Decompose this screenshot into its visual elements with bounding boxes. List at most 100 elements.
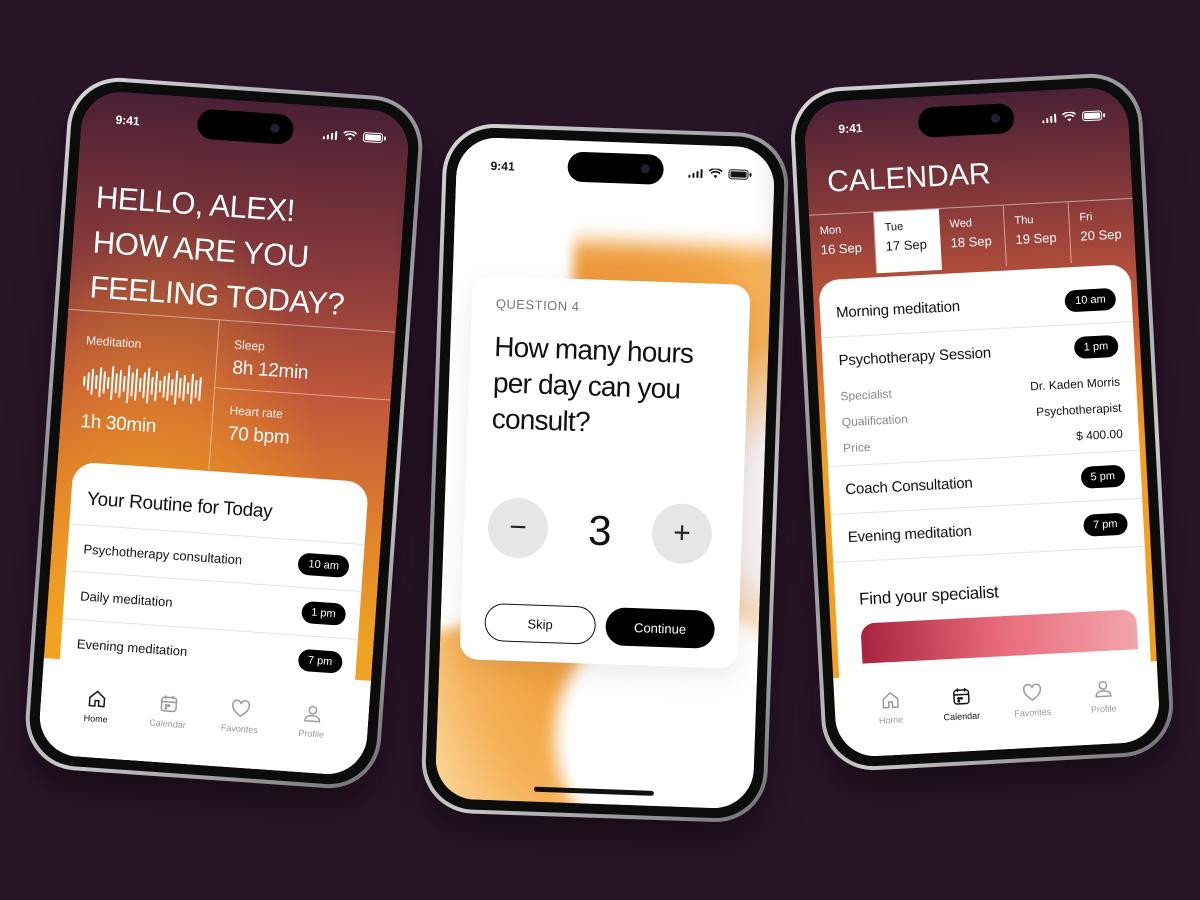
tab-favorites[interactable]: Favorites: [1003, 680, 1061, 719]
sleep-stat[interactable]: Sleep 8h 12min: [215, 320, 396, 401]
qualification-value: Psychotherapist: [1035, 400, 1122, 420]
phone-calendar: 9:41 CALENDAR Mon 16 Sep Tue 17 Sep Wed …: [788, 71, 1176, 773]
day-name: Tue: [884, 220, 904, 234]
calendar-icon: [160, 695, 178, 713]
dynamic-island: [917, 102, 1015, 138]
question-screen: 9:41 QUESTION 4 How many hours per day c…: [434, 136, 776, 810]
status-time: 9:41: [115, 112, 141, 129]
status-icons: [687, 168, 749, 180]
question-card: QUESTION 4 How many hours per day can yo…: [459, 275, 751, 669]
detail-row: Qualification Psychotherapist: [841, 401, 1121, 430]
question-number: QUESTION 4: [495, 296, 580, 315]
battery-icon: [362, 131, 384, 144]
plus-icon: +: [672, 516, 692, 551]
time-badge: 10 am: [1064, 287, 1117, 312]
detail-row: Price $ 400.00: [843, 427, 1123, 456]
heart-rate-value: 70 bpm: [227, 423, 291, 449]
tab-calendar[interactable]: Calendar: [139, 691, 197, 731]
tab-home[interactable]: Home: [67, 686, 125, 726]
continue-button[interactable]: Continue: [604, 607, 716, 649]
status-time: 9:41: [490, 158, 515, 174]
event-label: Evening meditation: [847, 522, 973, 547]
detail-label: Qualification: [841, 411, 909, 430]
skip-button[interactable]: Skip: [484, 602, 597, 645]
time-badge: 7 pm: [1082, 512, 1129, 537]
greeting-heading: HELLO, ALEX! HOW ARE YOU FEELING TODAY?: [88, 175, 391, 330]
dynamic-island: [567, 151, 665, 185]
profile-icon: [304, 705, 321, 723]
meditation-stat[interactable]: Meditation 1h 30min: [57, 309, 220, 471]
day-tue[interactable]: Tue 17 Sep: [873, 208, 942, 274]
day-mon[interactable]: Mon 16 Sep: [808, 212, 878, 277]
day-fri[interactable]: Fri 20 Sep: [1069, 199, 1136, 263]
hours-stepper: − 3 +: [486, 496, 723, 565]
routine-item-label: Daily meditation: [79, 588, 174, 610]
battery-icon: [1081, 110, 1103, 122]
day-name: Wed: [949, 217, 973, 231]
tab-label: Profile: [1090, 703, 1117, 715]
increment-button[interactable]: +: [650, 502, 713, 565]
home-screen: 9:41 HELLO, ALEX! HOW ARE YOU FEELING TO…: [37, 89, 411, 777]
wifi-icon: [708, 168, 723, 179]
tab-home[interactable]: Home: [861, 688, 919, 727]
day-name: Mon: [819, 224, 842, 238]
stepper-value: 3: [587, 506, 613, 555]
day-thu[interactable]: Thu 19 Sep: [1003, 202, 1072, 267]
action-buttons: Skip Continue: [484, 602, 719, 649]
tab-calendar[interactable]: Calendar: [932, 684, 990, 723]
waveform-icon: [82, 361, 215, 410]
home-icon: [88, 690, 106, 708]
tab-label: Favorites: [1014, 706, 1052, 719]
specialist-card[interactable]: [860, 609, 1139, 664]
time-badge: 7 pm: [297, 648, 344, 674]
day-date: 18 Sep: [950, 233, 993, 251]
specialist-name: Dr. Kaden Morris: [1029, 374, 1121, 394]
heart-icon: [232, 699, 251, 718]
phone-bezel: 9:41 CALENDAR Mon 16 Sep Tue 17 Sep Wed …: [792, 75, 1172, 769]
time-badge: 5 pm: [1079, 464, 1126, 489]
day-date: 16 Sep: [820, 240, 863, 258]
profile-icon: [1094, 680, 1112, 698]
tab-label: Home: [878, 714, 904, 726]
wifi-icon: [343, 130, 358, 141]
page-title: CALENDAR: [826, 157, 992, 199]
question-text: How many hours per day can you consult?: [491, 331, 694, 438]
time-badge: 10 am: [297, 552, 350, 579]
home-icon: [881, 691, 899, 709]
tab-label: Favorites: [220, 722, 259, 736]
event-label: Psychotherapy Session: [838, 343, 992, 369]
tab-profile[interactable]: Profile: [283, 701, 341, 741]
meditation-label: Meditation: [85, 333, 142, 352]
event-session-expanded[interactable]: Psychotherapy Session 1 pm Specialist Dr…: [821, 321, 1140, 468]
tab-label: Calendar: [943, 710, 981, 723]
day-date: 20 Sep: [1080, 226, 1122, 244]
tab-favorites[interactable]: Favorites: [211, 696, 269, 736]
heart-icon: [1022, 683, 1041, 701]
day-wed[interactable]: Wed 18 Sep: [938, 205, 1007, 270]
day-name: Fri: [1079, 210, 1093, 224]
calendar-screen: 9:41 CALENDAR Mon 16 Sep Tue 17 Sep Wed …: [803, 85, 1161, 759]
tab-label: Calendar: [149, 717, 187, 731]
routine-item-label: Evening meditation: [76, 636, 188, 659]
time-badge: 1 pm: [1073, 334, 1119, 360]
phone-bezel: 9:41 QUESTION 4 How many hours per day c…: [424, 126, 786, 820]
wifi-icon: [1061, 111, 1077, 122]
day-name: Thu: [1014, 214, 1034, 228]
tab-profile[interactable]: Profile: [1074, 677, 1132, 716]
day-date: 19 Sep: [1015, 229, 1058, 247]
minus-icon: −: [508, 510, 528, 545]
battery-icon: [728, 169, 749, 180]
decrement-button[interactable]: −: [486, 496, 550, 560]
phone-home: 9:41 HELLO, ALEX! HOW ARE YOU FEELING TO…: [22, 74, 426, 792]
status-time: 9:41: [838, 120, 863, 137]
tab-label: Home: [83, 712, 109, 725]
tab-bar: Home Calendar Favorites Profile: [833, 661, 1161, 759]
detail-label: Specialist: [840, 386, 893, 404]
tab-label: Profile: [298, 727, 325, 740]
detail-label: Price: [842, 439, 871, 456]
price-value: $ 400.00: [1075, 426, 1124, 444]
time-badge: 1 pm: [300, 600, 347, 626]
dynamic-island: [196, 108, 295, 146]
event-row: Psychotherapy Session 1 pm: [838, 334, 1119, 372]
heart-rate-stat[interactable]: Heart rate 70 bpm: [209, 388, 390, 482]
